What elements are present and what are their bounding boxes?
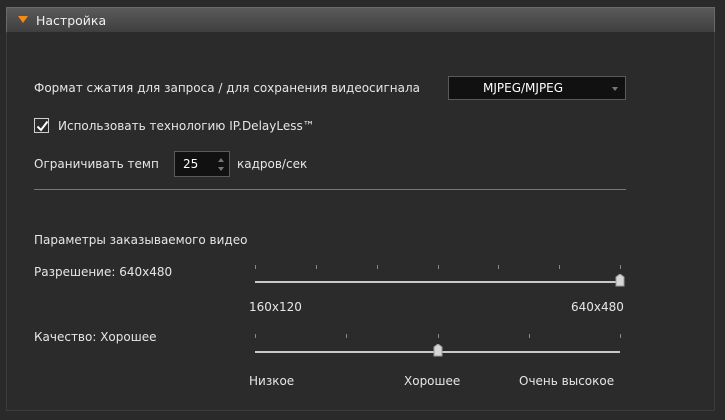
delayless-label: Использовать технологию IP.DelayLess™ [58, 119, 315, 133]
collapse-triangle-icon[interactable] [18, 16, 28, 23]
settings-header[interactable]: Настройка [6, 7, 715, 33]
slider-tick [559, 265, 560, 269]
slider-tick [438, 334, 439, 338]
slider-tick [346, 334, 347, 338]
framerate-unit-label: кадров/сек [237, 157, 308, 171]
compression-format-select[interactable]: MJPEG/MJPEG [448, 76, 626, 100]
slider-tick [620, 265, 621, 269]
resolution-min-label: 160x120 [249, 300, 302, 314]
quality-label: Качество: Хорошее [34, 330, 157, 344]
slider-handle[interactable] [433, 344, 443, 357]
resolution-max-label: 640x480 [571, 300, 624, 314]
video-params-heading: Параметры заказываемого видео [34, 233, 248, 247]
slider-tick [529, 334, 530, 338]
chevron-down-icon [612, 87, 618, 91]
slider-tick [438, 265, 439, 269]
panel-title: Настройка [36, 13, 107, 28]
slider-tick [377, 265, 378, 269]
slider-handle[interactable] [615, 274, 625, 287]
section-divider [34, 189, 626, 190]
framerate-stepper[interactable]: 25 [174, 151, 230, 177]
slider-tick [255, 334, 256, 338]
settings-window: Настройка Формат сжатия для запроса / дл… [0, 0, 725, 420]
slider-tick [255, 265, 256, 269]
quality-mid-label: Хорошее [404, 374, 461, 388]
stepper-up-icon[interactable] [218, 158, 224, 162]
slider-tick [316, 265, 317, 269]
stepper-down-icon[interactable] [218, 167, 224, 171]
checkmark-icon [36, 120, 49, 132]
compression-format-value: MJPEG/MJPEG [483, 81, 564, 95]
slider-tick [620, 334, 621, 338]
framerate-value: 25 [183, 157, 199, 171]
quality-high-label: Очень высокое [519, 374, 615, 388]
quality-low-label: Низкое [249, 374, 295, 388]
slider-track[interactable] [255, 281, 620, 283]
resolution-label: Разрешение: 640x480 [34, 265, 173, 279]
slider-tick [498, 265, 499, 269]
delayless-checkbox[interactable] [34, 118, 49, 133]
compression-format-label: Формат сжатия для запроса / для сохранен… [34, 81, 420, 95]
framerate-limit-label: Ограничивать темп [34, 157, 159, 171]
